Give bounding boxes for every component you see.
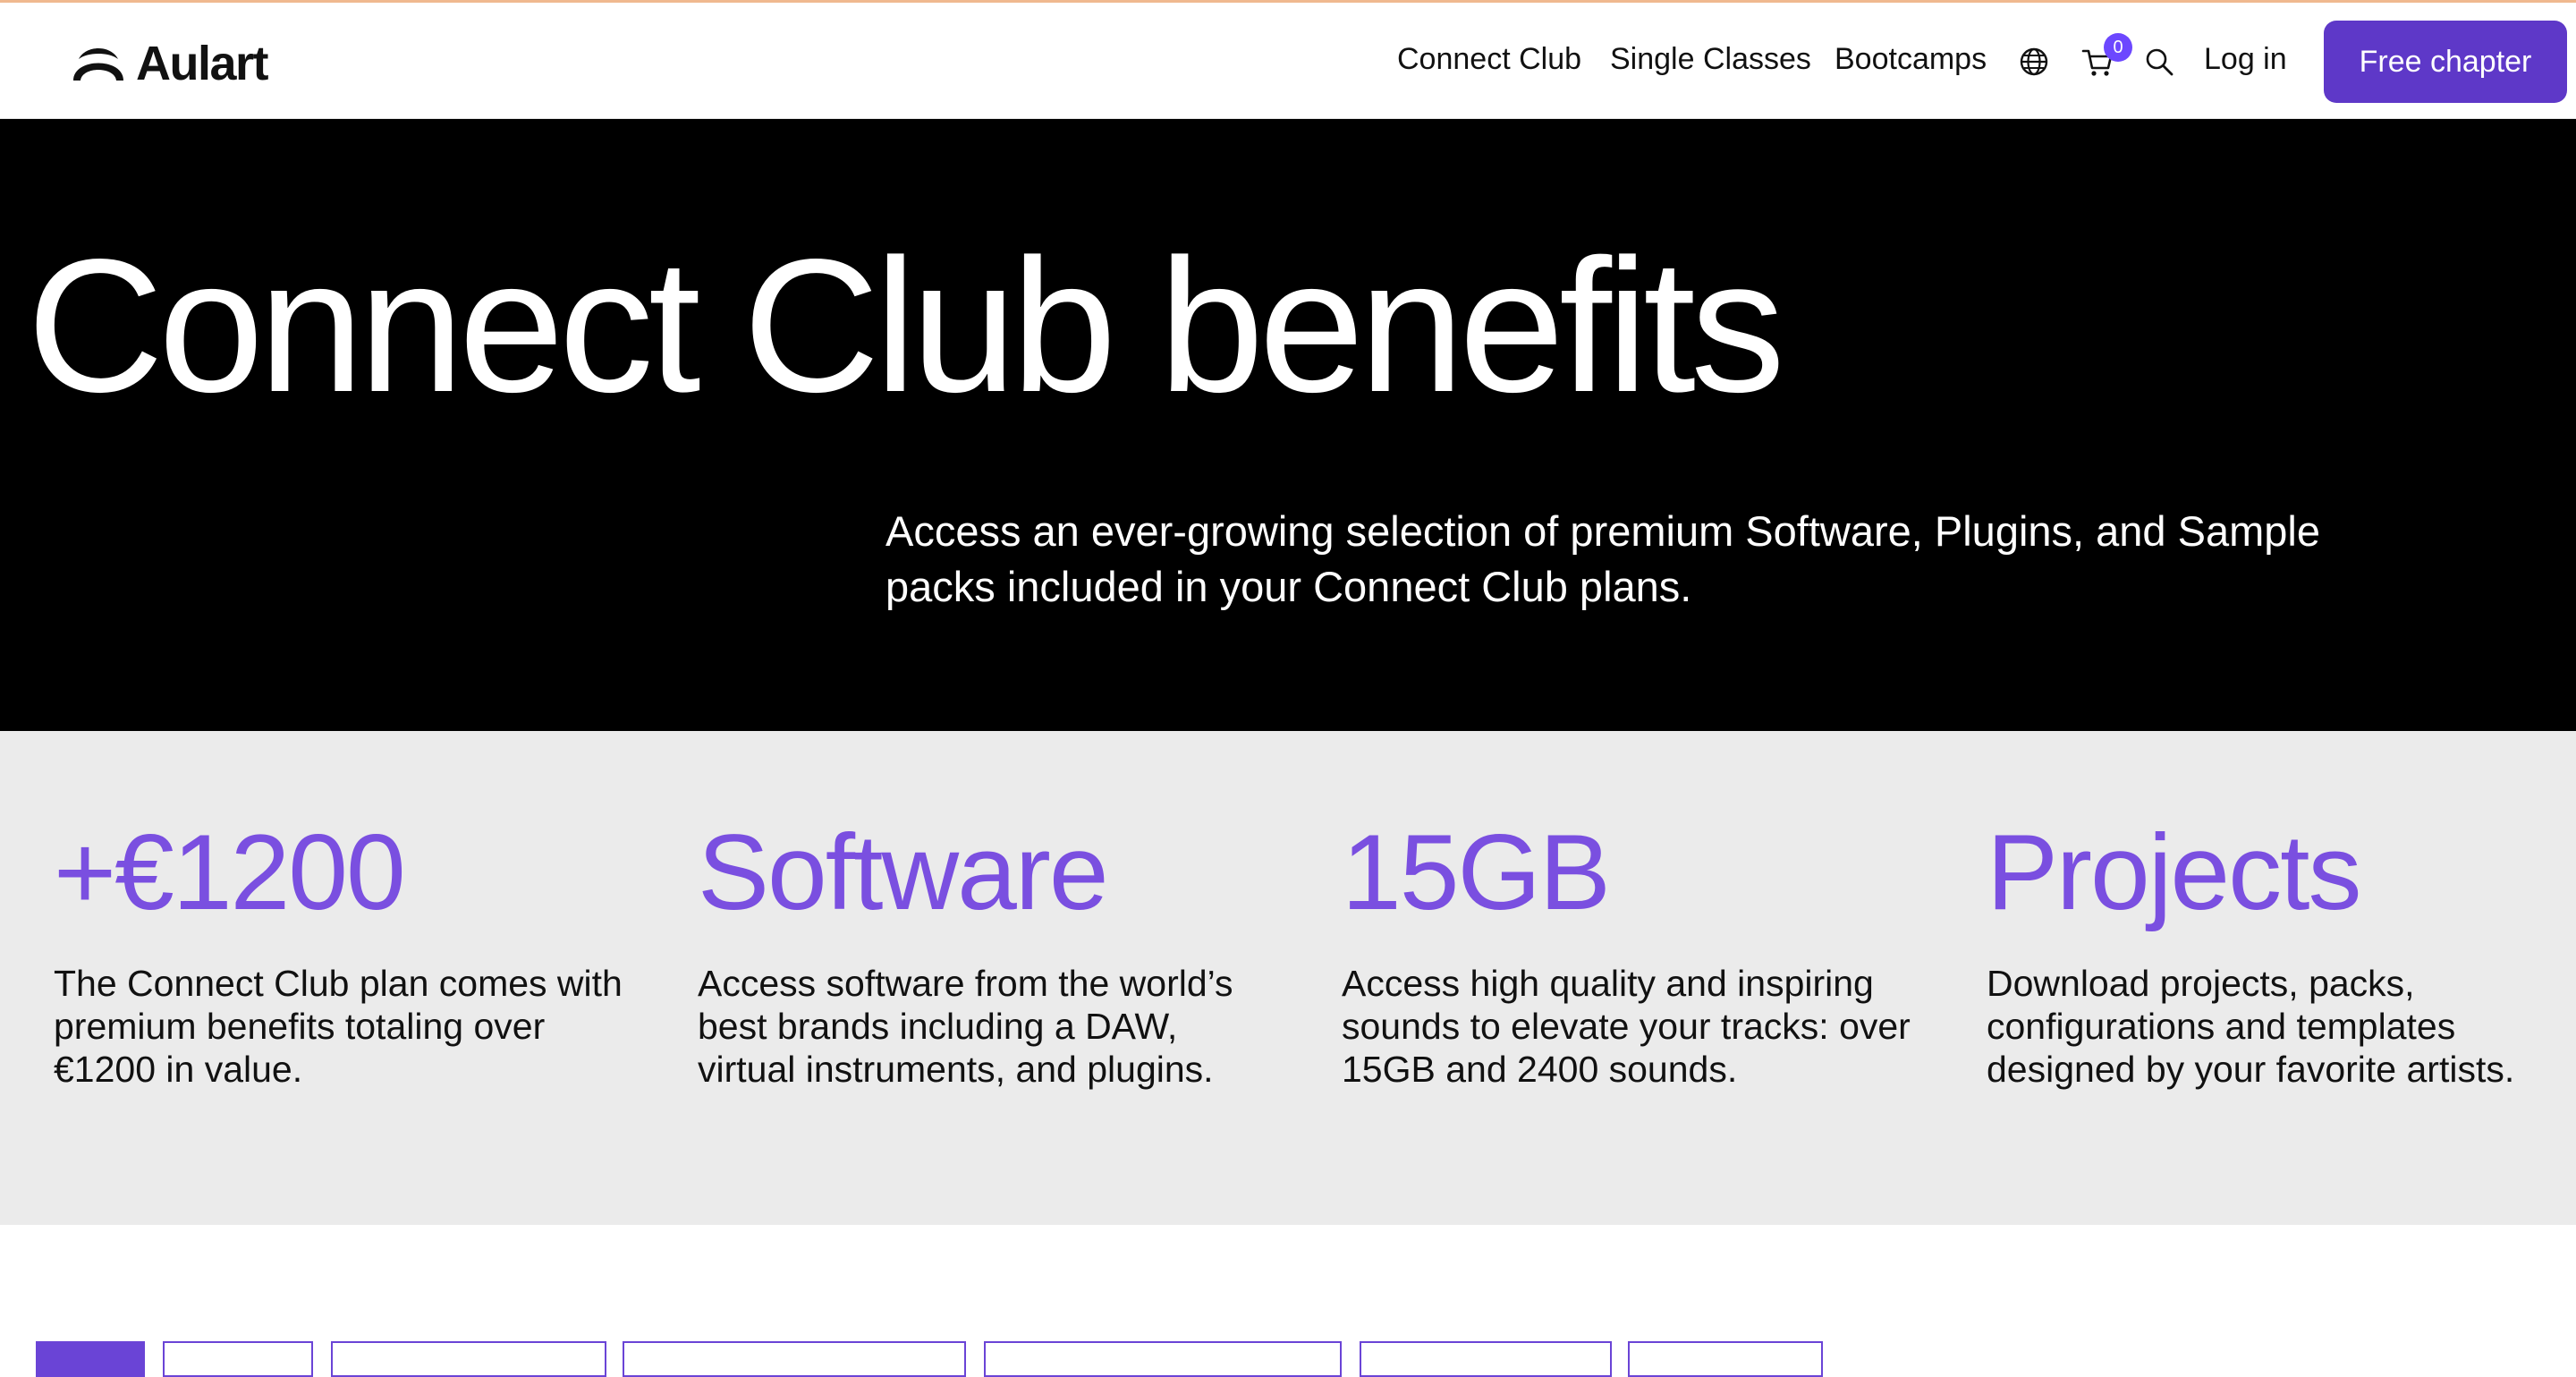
benefit-title: Projects [1987,812,2361,932]
category-tab[interactable] [163,1341,313,1377]
brand-name: Aulart [136,37,269,90]
category-tab[interactable] [984,1341,1342,1377]
cart-count-badge: 0 [2104,33,2132,62]
category-tab[interactable] [36,1341,145,1377]
benefit-title: 15GB [1342,812,1611,932]
site-header: Aulart Connect Club Single Classes Bootc… [0,3,2576,119]
category-tab[interactable] [623,1341,966,1377]
category-tab[interactable] [331,1341,606,1377]
benefits-section: +€1200 The Connect Club plan comes with … [0,731,2576,1225]
benefit-title: Software [698,812,1109,932]
aulart-logo-icon [73,48,123,81]
category-tab[interactable] [1360,1341,1612,1377]
search-icon[interactable] [2143,46,2175,78]
benefit-description: The Connect Club plan comes with premium… [54,963,623,1090]
benefit-description: Download projects, packs, configurations… [1987,963,2515,1090]
hero-description: Access an ever-growing selection of prem… [886,507,2320,610]
hero-section: Connect Club benefits Access an ever-gro… [0,119,2576,731]
login-link[interactable]: Log in [2204,42,2287,77]
brand-logo[interactable]: Aulart [70,37,269,90]
category-tabs [0,1225,2576,1377]
page-title: Connect Club benefits [27,219,1785,431]
nav-single-classes[interactable]: Single Classes [1610,42,1811,77]
free-chapter-button[interactable]: Free chapter [2324,21,2567,103]
benefit-description: Access software from the world’s best br… [698,963,1233,1090]
benefit-description: Access high quality and inspiring sounds… [1342,963,1911,1090]
nav-bootcamps[interactable]: Bootcamps [1835,42,1987,77]
category-tab[interactable] [1628,1341,1823,1377]
nav-connect-club[interactable]: Connect Club [1397,42,1581,77]
benefit-title: +€1200 [54,812,406,932]
globe-icon[interactable] [2018,46,2050,78]
